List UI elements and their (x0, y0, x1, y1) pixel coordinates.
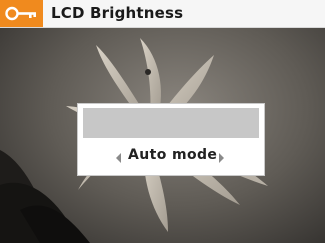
brightness-preview-bar (83, 108, 259, 138)
settings-tab[interactable] (0, 0, 43, 27)
title-bar: LCD Brightness (0, 0, 325, 28)
brightness-mode-selector[interactable]: Auto mode (78, 147, 264, 169)
right-arrow-icon[interactable] (219, 153, 224, 163)
camera-screen: LCD Brightness Auto mode (0, 0, 325, 243)
left-arrow-icon[interactable] (116, 153, 121, 163)
brightness-dialog: Auto mode (77, 103, 265, 176)
key-icon (5, 6, 36, 21)
page-title: LCD Brightness (51, 4, 184, 22)
brightness-mode-value: Auto mode (128, 147, 218, 163)
